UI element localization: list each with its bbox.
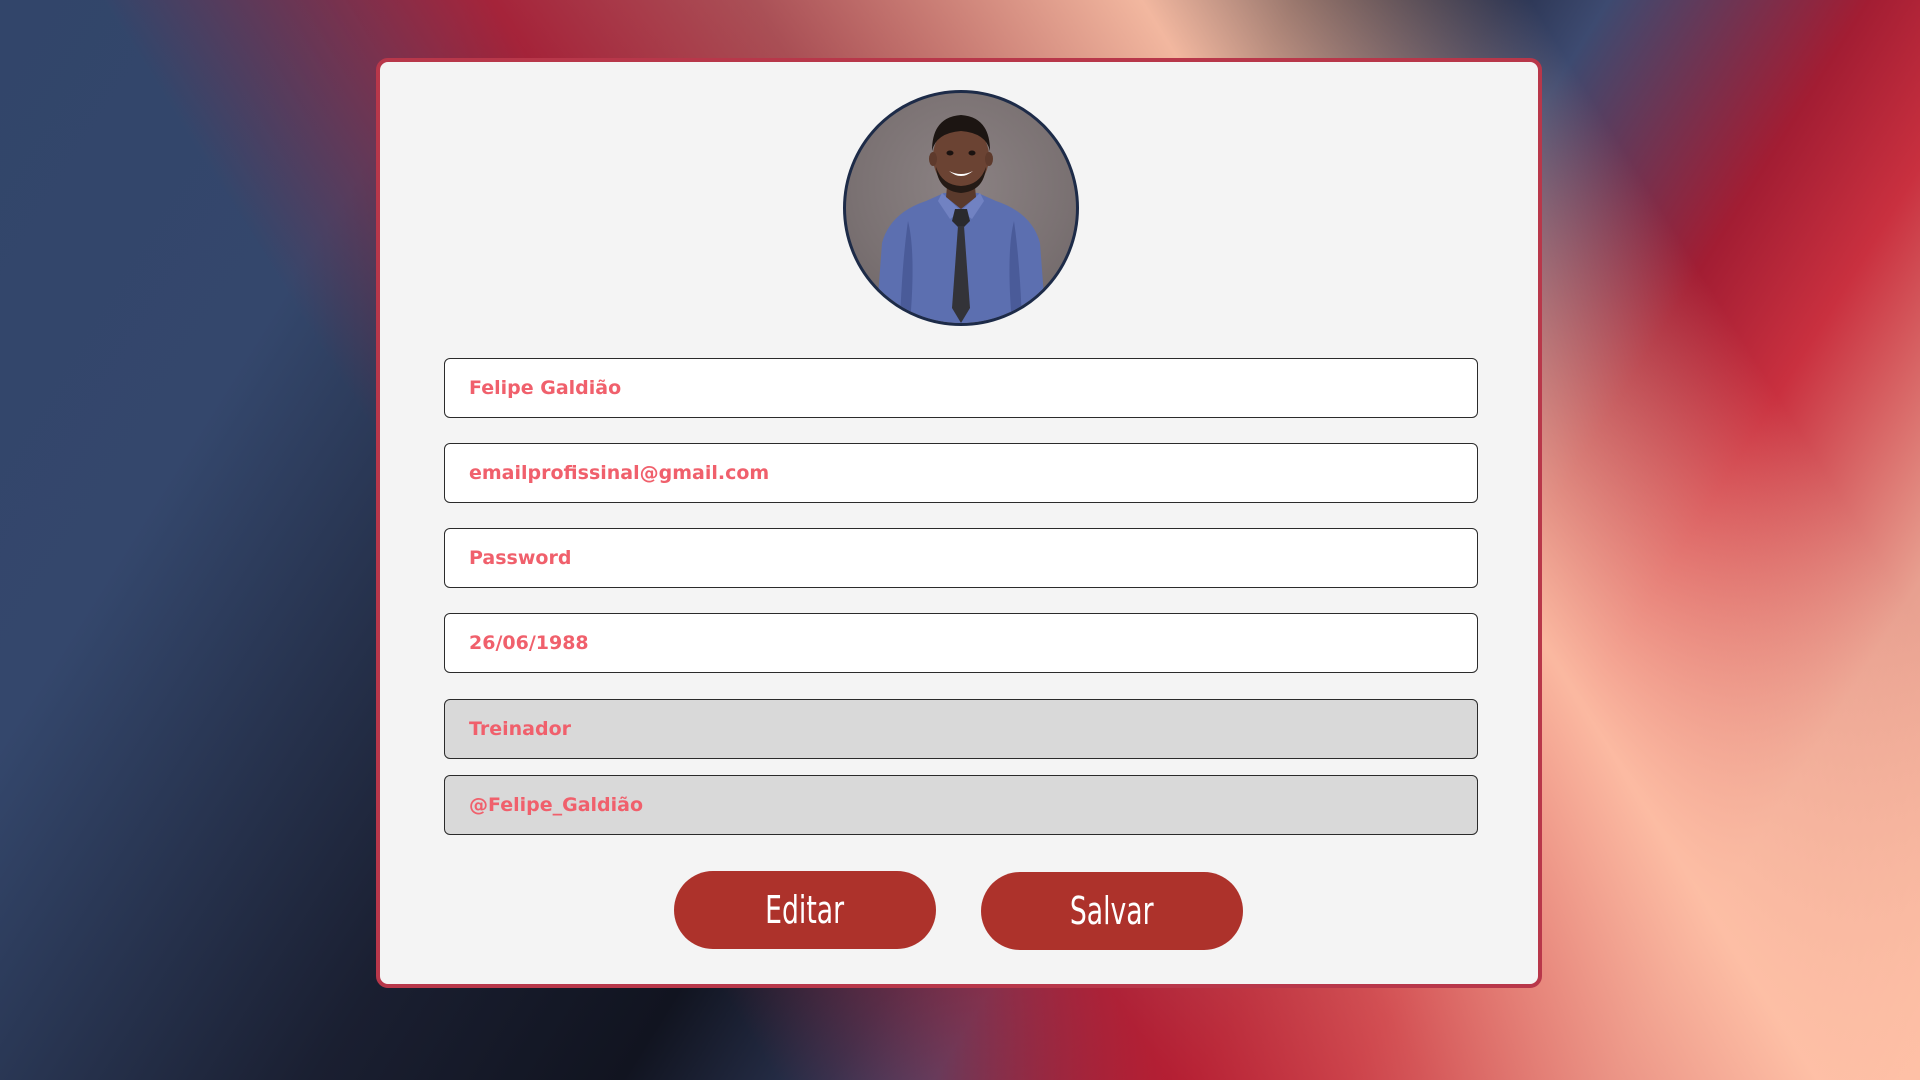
birthdate-field[interactable]: 26/06/1988 [444,613,1478,673]
email-field-value: emailprofissinal@gmail.com [469,462,770,484]
save-button-label: Salvar [1070,889,1154,933]
profile-avatar[interactable] [843,90,1079,326]
email-field[interactable]: emailprofissinal@gmail.com [444,443,1478,503]
password-field-value: Password [469,547,572,569]
person-photo-icon [876,115,1046,323]
username-field-value: @Felipe_Galdião [469,794,644,816]
role-field: Treinador [444,699,1478,759]
birthdate-field-value: 26/06/1988 [469,632,589,654]
edit-button[interactable]: Editar [674,871,936,949]
save-button[interactable]: Salvar [981,872,1243,950]
username-field: @Felipe_Galdião [444,775,1478,835]
edit-button-label: Editar [765,888,845,932]
profile-card: Felipe Galdião emailprofissinal@gmail.co… [376,58,1542,988]
role-field-value: Treinador [469,718,572,740]
name-field[interactable]: Felipe Galdião [444,358,1478,418]
password-field[interactable]: Password [444,528,1478,588]
name-field-value: Felipe Galdião [469,377,622,399]
